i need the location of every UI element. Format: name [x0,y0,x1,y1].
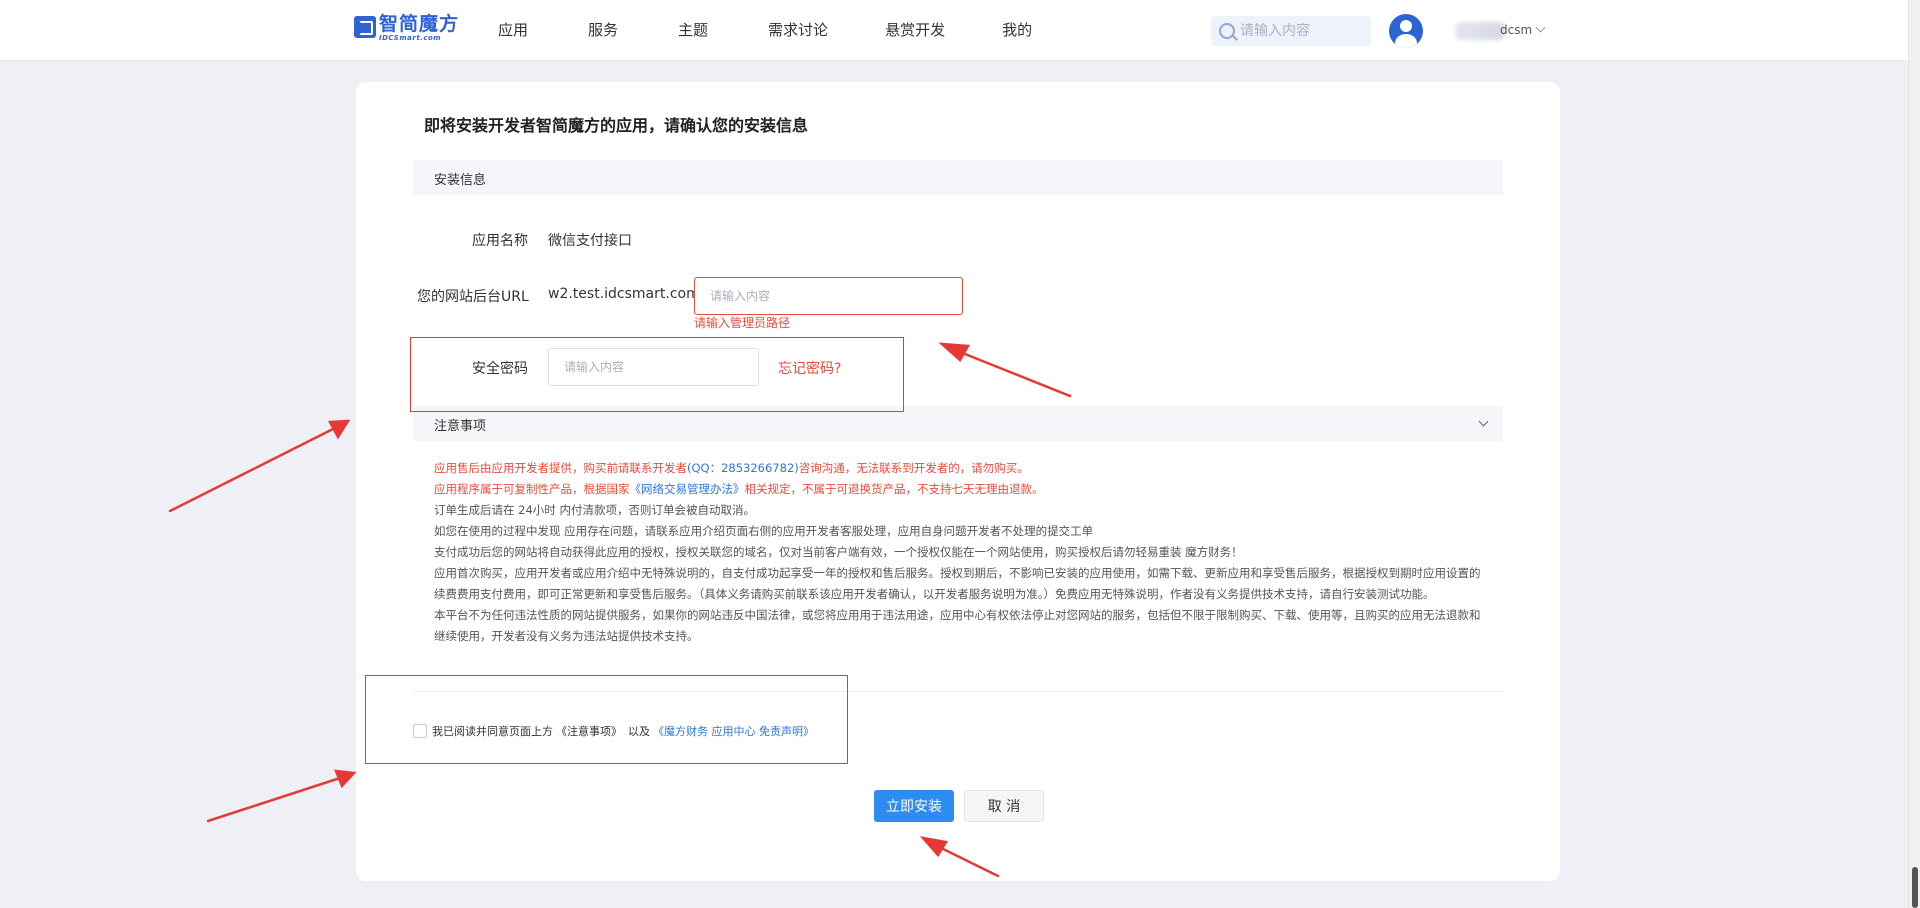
site-logo[interactable]: 智简魔方 IDCSmart.com [354,14,459,42]
app-name-value: 微信支付接口 [548,233,632,249]
nav-item-mine[interactable]: 我的 [1002,19,1032,40]
annotation-arrow-head [327,419,351,440]
notice-line: 如您在使用的过程中发现 应用存在问题，请联系应用介绍页面右侧的应用开发者客服处理… [434,524,1094,538]
scrollbar[interactable] [1908,0,1920,908]
chevron-down-icon[interactable] [1535,22,1546,33]
annotation-box [410,337,904,412]
search-icon[interactable] [1219,23,1235,39]
logo-icon [354,16,376,38]
app-name-label: 应用名称 [472,233,528,249]
notice-line: 本平台不为任何违法性质的网站提供服务，如果你的网站违反中国法律，或您将应用用于违… [434,608,1481,643]
install-now-button[interactable]: 立即安装 [874,790,954,822]
header-search [1211,16,1371,46]
nav-item-bounty[interactable]: 悬赏开发 [885,19,945,40]
install-info-section: 安装信息 [413,160,1503,195]
notice-line: 应用售后由应用开发者提供，购买前请联系开发者(QQ：2853266782)咨询沟… [434,461,1029,475]
url-error-message: 请输入管理员路径 [694,316,791,330]
nav-item-services[interactable]: 服务 [588,19,618,40]
annotation-box [365,675,848,764]
section-title: 注意事项 [434,419,487,434]
logo-text-cn: 智简魔方 [379,13,460,35]
nav-item-themes[interactable]: 主题 [678,19,708,40]
notice-line: 应用程序属于可复制性产品，根据国家《网络交易管理办法》相关规定，不属于可退换货产… [434,482,1044,496]
notice-line: 订单生成后请在 24小时 内付清款项，否则订单会被自动取消。 [434,503,755,517]
notice-content: 应用售后由应用开发者提供，购买前请联系开发者(QQ：2853266782)咨询沟… [434,458,1484,647]
section-title: 安装信息 [434,173,487,188]
nav-item-discussion[interactable]: 需求讨论 [768,19,828,40]
scrollbar-thumb[interactable] [1912,867,1918,908]
annotation-arrow-head [334,769,357,789]
top-header: 智简魔方 IDCSmart.com 应用 服务 主题 需求讨论 悬赏开发 我的 … [0,0,1920,61]
main-nav: 应用 服务 主题 需求讨论 悬赏开发 我的 [498,19,1092,40]
username-blur [1455,22,1505,40]
notice-line: 应用首次购买，应用开发者或应用介绍中无特殊说明的，自支付成功起享受一年的授权和售… [434,566,1481,601]
cancel-button[interactable]: 取 消 [964,790,1044,822]
annotation-arrow [206,776,342,823]
notice-line: 支付成功后您的网站将自动获得此应用的授权，授权关联您的域名，仅对当前客户端有效，… [434,545,1243,559]
annotation-arrow [168,426,337,513]
logo-text-en: IDCSmart.com [379,34,442,42]
admin-url-input[interactable] [694,277,963,315]
chevron-down-icon[interactable] [1478,416,1489,427]
search-input[interactable] [1240,23,1360,39]
username[interactable]: dcsm [1500,23,1532,37]
url-prefix: w2.test.idcsmart.com/ [548,286,705,302]
page-title: 即将安装开发者智简魔方的应用，请确认您的安装信息 [424,116,809,135]
avatar[interactable] [1389,14,1423,48]
url-label: 您的网站后台URL [417,289,529,305]
nav-item-apps[interactable]: 应用 [498,19,528,40]
